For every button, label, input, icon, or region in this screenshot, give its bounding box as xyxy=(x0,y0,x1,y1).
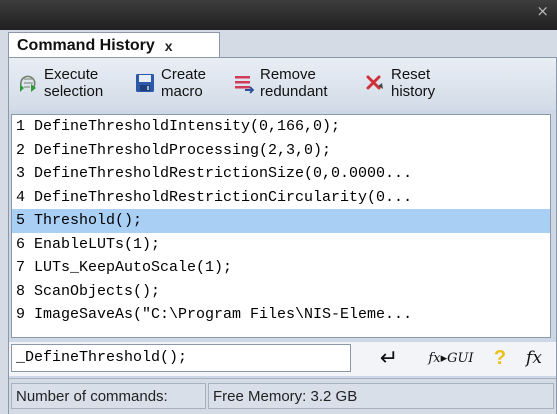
reset-line1: Reset xyxy=(391,66,431,83)
window-titlebar: × xyxy=(0,0,557,30)
execute-line1: Execute xyxy=(44,66,99,83)
fx-gui-button[interactable]: fx▸GUI xyxy=(419,344,483,372)
tab-strip: Command History x xyxy=(0,30,557,58)
history-row-selected[interactable]: 5 Threshold(); xyxy=(12,209,550,233)
status-bar: Number of commands: Free Memory: 3.2 GB xyxy=(9,378,556,414)
command-input[interactable]: _DefineThreshold(); xyxy=(11,344,351,372)
execute-selection-button[interactable]: Execute selection xyxy=(17,66,103,104)
reset-history-button[interactable]: Reset history xyxy=(364,66,435,104)
execute-line2: selection xyxy=(44,83,104,100)
tab-close-icon[interactable]: x xyxy=(165,38,173,54)
history-row[interactable]: 1 DefineThresholdIntensity(0,166,0); xyxy=(12,115,550,139)
create-line1: Create xyxy=(161,66,207,83)
history-row[interactable]: 6 EnableLUTs(1); xyxy=(12,233,550,257)
enter-icon[interactable]: ↵ xyxy=(369,344,409,372)
reset-line2: history xyxy=(391,83,436,100)
history-row[interactable]: 8 ScanObjects(); xyxy=(12,280,550,304)
create-line2: macro xyxy=(161,83,203,100)
tab-label: Command History xyxy=(17,36,155,54)
history-row[interactable]: 3 DefineThresholdRestrictionSize(0,0.000… xyxy=(12,162,550,186)
command-bar: _DefineThreshold(); ↵ fx▸GUI ? fx xyxy=(9,342,556,376)
command-history-list[interactable]: 1 DefineThresholdIntensity(0,166,0); 2 D… xyxy=(11,114,551,338)
remove-line1: Remove xyxy=(260,66,316,83)
history-row[interactable]: 2 DefineThresholdProcessing(2,3,0); xyxy=(12,139,550,163)
tab-command-history[interactable]: Command History x xyxy=(8,32,220,58)
toolbar: Execute selection Create macro Remove re… xyxy=(9,58,556,110)
free-memory: Free Memory: 3.2 GB xyxy=(208,383,554,409)
help-icon[interactable]: ? xyxy=(487,344,513,372)
save-disk-icon xyxy=(136,74,154,92)
remove-line2: redundant xyxy=(260,83,328,100)
execute-icon xyxy=(20,75,36,92)
command-count: Number of commands: xyxy=(11,383,206,409)
fx-button[interactable]: fx xyxy=(517,344,551,372)
reset-x-icon xyxy=(366,75,383,90)
list-remove-icon xyxy=(235,76,255,94)
remove-redundant-button[interactable]: Remove redundant xyxy=(233,66,328,104)
history-row[interactable]: 4 DefineThresholdRestrictionCircularity(… xyxy=(12,186,550,210)
create-macro-button[interactable]: Create macro xyxy=(134,66,206,104)
history-row[interactable]: 9 ImageSaveAs("C:\Program Files\NIS-Elem… xyxy=(12,303,550,327)
history-row[interactable]: 7 LUTs_KeepAutoScale(1); xyxy=(12,256,550,280)
window-close-button[interactable]: × xyxy=(536,2,549,20)
command-history-panel: Execute selection Create macro Remove re… xyxy=(8,57,557,414)
